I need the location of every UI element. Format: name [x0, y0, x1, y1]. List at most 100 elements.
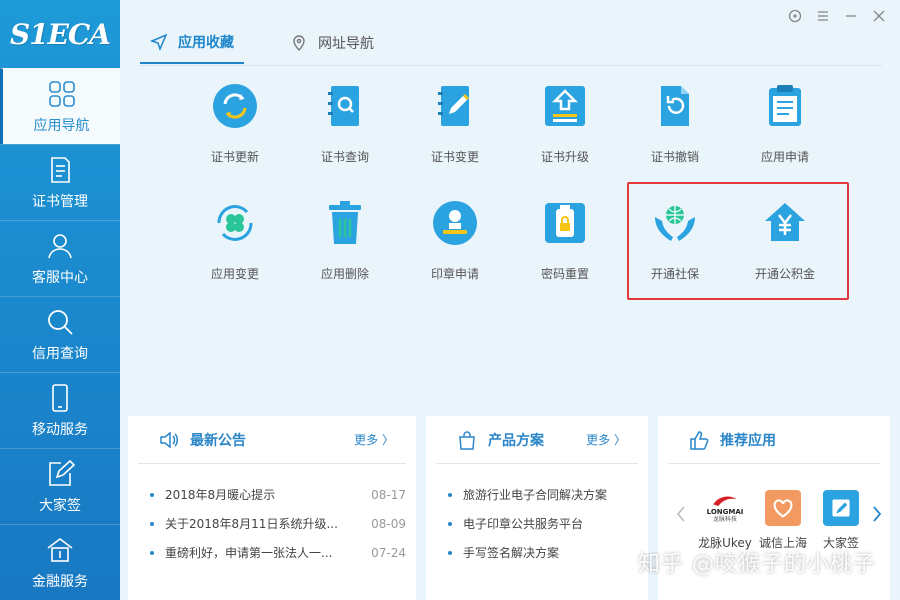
upload-icon: [545, 86, 585, 126]
panel-header: 产品方案 更多 〉: [436, 416, 638, 464]
speaker-icon: [160, 430, 178, 449]
list-item-text: 电子印章公共服务平台: [463, 517, 584, 531]
sidebar-item-label: 证书管理: [32, 193, 88, 210]
sidebar-item-label: 金融服务: [32, 573, 88, 590]
longmai-logo: LONGMAI 龙脉科技: [707, 490, 743, 526]
sidebar-item-label: 信用查询: [32, 345, 88, 362]
list-item[interactable]: 2018年8月暖心提示 08-17: [150, 480, 406, 509]
heart-hands-icon: [773, 499, 793, 518]
app-icon-wrap: [431, 199, 479, 247]
tab-url-navigation[interactable]: 网址导航: [280, 22, 384, 64]
list-item-text: 2018年8月暖心提示: [165, 488, 276, 502]
bullet: [150, 550, 154, 555]
search-icon: [48, 309, 73, 335]
list-item[interactable]: 手写签名解决方案: [448, 538, 638, 567]
sidebar-item-label: 应用导航: [33, 117, 90, 134]
panel-header: 最新公告 更多 〉: [138, 416, 406, 464]
bullet: [448, 521, 452, 526]
more-link[interactable]: 更多 〉: [586, 431, 626, 448]
app-label: 证书更新: [210, 150, 259, 164]
list-item[interactable]: 旅游行业电子合同解决方案: [448, 480, 638, 509]
announcement-list: 2018年8月暖心提示 08-17 关于2018年8月11日系统升级... 08…: [128, 464, 416, 567]
tab-label: 应用收藏: [178, 35, 234, 51]
app-icon-wrap: [211, 82, 259, 130]
bullet: [150, 492, 154, 497]
list-item-text: 重磅利好，申请第一张法人一...: [165, 546, 333, 560]
sidebar-item-certificate-management[interactable]: 证书管理: [0, 144, 120, 220]
app-label: 密码重置: [540, 267, 589, 281]
app-password-reset[interactable]: 密码重置: [510, 199, 620, 299]
grid-icon: [48, 80, 75, 107]
sidebar-item-mobile-service[interactable]: 移动服务: [0, 372, 120, 448]
app-delete[interactable]: 应用删除: [290, 199, 400, 299]
list-item[interactable]: 电子印章公共服务平台: [448, 509, 638, 538]
app-icon-wrap: [761, 82, 809, 130]
app-cert-query[interactable]: 证书查询: [290, 82, 400, 182]
document-icon: [51, 156, 70, 183]
close-icon: [873, 10, 885, 22]
sidebar-item-credit-query[interactable]: 信用查询: [0, 296, 120, 372]
longmai-logo-subtext: 龙脉科技: [712, 515, 737, 523]
menu-icon: [818, 11, 828, 21]
clover-refresh-icon: [217, 205, 253, 241]
app-icon-wrap: [321, 82, 369, 130]
thumbs-up-icon: [690, 430, 709, 450]
app-icon-wrap: [541, 199, 589, 247]
panel-header: 推荐应用: [668, 416, 880, 464]
sidebar-item-financial-service[interactable]: 金融服务: [0, 524, 120, 600]
minimize-icon: [846, 15, 856, 17]
list-item[interactable]: 关于2018年8月11日系统升级... 08-09: [150, 509, 406, 538]
app-apply[interactable]: 应用申请: [730, 82, 840, 182]
app-icon-wrap: [431, 82, 479, 130]
shopping-bag-icon: [459, 430, 475, 450]
user-icon: [48, 233, 72, 258]
app-change[interactable]: 应用变更: [180, 199, 290, 299]
rec-app-longmai[interactable]: LONGMAI 龙脉科技 龙脉Ukey: [696, 490, 754, 551]
sidebar: S1ECA 应用导航 证书管理 客服中心 信用查询 移动服务 大家签 金融服务: [0, 0, 120, 600]
dajiaqian-logo: [823, 490, 859, 526]
tab-label: 网址导航: [318, 36, 374, 52]
panel-title: 推荐应用: [720, 432, 776, 449]
longmai-logo-text: LONGMAI: [706, 507, 744, 516]
chevron-left-icon[interactable]: [674, 504, 688, 524]
bullet: [150, 521, 154, 526]
sidebar-item-dajiaqian[interactable]: 大家签: [0, 448, 120, 524]
help-icon: [788, 9, 802, 23]
chevron-right-icon[interactable]: [870, 504, 884, 524]
list-item-text: 关于2018年8月11日系统升级...: [165, 517, 338, 531]
app-cert-update[interactable]: 证书更新: [180, 82, 290, 182]
app-icon-wrap: [321, 199, 369, 247]
app-label: 证书升级: [540, 150, 589, 164]
edit-icon: [49, 459, 75, 486]
document-undo-icon: [661, 86, 689, 126]
app-icon-wrap: [211, 199, 259, 247]
pen-icon: [832, 499, 850, 517]
rec-app-chengxin-shanghai[interactable]: 诚信上海: [754, 490, 812, 551]
app-cert-revoke[interactable]: 证书撤销: [620, 82, 730, 182]
usb-key-icon: [545, 203, 585, 243]
app-label: 应用变更: [210, 267, 259, 281]
tab-app-favorites[interactable]: 应用收藏: [140, 22, 244, 64]
sidebar-item-app-navigation[interactable]: 应用导航: [0, 68, 120, 144]
app-label: 印章申请: [430, 267, 479, 281]
rec-app-dajiaqian[interactable]: 大家签: [812, 490, 870, 551]
list-item[interactable]: 重磅利好，申请第一张法人一... 07-24: [150, 538, 406, 567]
app-icon-wrap: [651, 82, 699, 130]
list-item-date: 07-24: [371, 545, 406, 560]
list-item-date: 08-09: [371, 516, 406, 531]
app-cert-change[interactable]: 证书变更: [400, 82, 510, 182]
logo-text: S1ECA: [9, 17, 111, 51]
send-icon: [150, 33, 168, 51]
app-label: 证书查询: [320, 150, 369, 164]
chengxin-logo: [765, 490, 801, 526]
recommended-app-row: LONGMAI 龙脉科技 龙脉Ukey 诚信上海 大家签: [696, 490, 870, 551]
app-cert-upgrade[interactable]: 证书升级: [510, 82, 620, 182]
bullet: [448, 550, 452, 555]
sidebar-item-customer-service[interactable]: 客服中心: [0, 220, 120, 296]
highlight-box: [627, 182, 849, 300]
more-link[interactable]: 更多 〉: [354, 431, 394, 448]
app-logo: S1ECA: [0, 0, 120, 68]
app-seal-apply[interactable]: 印章申请: [400, 199, 510, 299]
phone-icon: [52, 383, 68, 412]
app-label: 证书撤销: [650, 150, 699, 164]
